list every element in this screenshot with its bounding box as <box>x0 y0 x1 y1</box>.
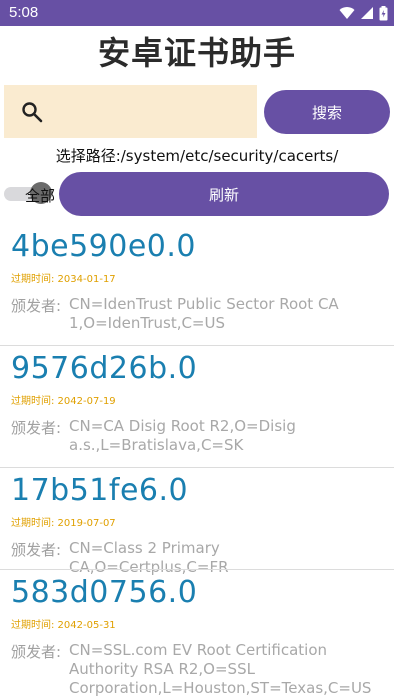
refresh-button[interactable]: 刷新 <box>59 172 389 216</box>
issuer-line: Authority RSA R2,O=SSL <box>69 660 255 678</box>
status-time: 5:08 <box>9 4 39 21</box>
signal-icon <box>361 7 373 19</box>
path-label: 选择路径:/system/etc/security/cacerts/ <box>55 147 339 165</box>
all-toggle-label: 全部 <box>25 187 56 205</box>
certificate-expiry: 过期时间: 2019-07-07 <box>11 518 116 529</box>
certificate-hash: 9576d26b.0 <box>11 351 198 386</box>
issuer-line: CN=CA Disig Root R2,O=Disig <box>69 417 296 435</box>
issuer-label: 颁发者: <box>11 541 62 559</box>
certificate-hash: 583d0756.0 <box>11 575 198 610</box>
certificate-item[interactable]: 583d0756.0 过期时间: 2042-05-31 颁发者: CN=SSL.… <box>0 572 394 700</box>
issuer-line: Corporation,L=Houston,ST=Texas,C=US <box>69 679 372 697</box>
issuer-line: 1,O=IdenTrust,C=US <box>69 314 226 332</box>
certificate-issuer: CN=CA Disig Root R2,O=Disig a.s.,L=Brati… <box>69 417 374 455</box>
certificate-expiry: 过期时间: 2042-05-31 <box>11 620 116 631</box>
search-icon <box>22 102 43 123</box>
page-title: 安卓证书助手 <box>97 34 296 72</box>
issuer-label: 颁发者: <box>11 419 62 437</box>
issuer-line: CN=IdenTrust Public Sector Root CA <box>69 295 339 313</box>
search-input[interactable] <box>52 95 247 128</box>
certificate-hash: 17b51fe6.0 <box>11 473 189 508</box>
certificate-expiry: 过期时间: 2034-01-17 <box>11 274 116 285</box>
search-box[interactable] <box>4 85 257 138</box>
divider <box>0 467 394 468</box>
issuer-line: CN=SSL.com EV Root Certification <box>69 641 328 659</box>
issuer-line: a.s.,L=Bratislava,C=SK <box>69 436 244 454</box>
certificate-issuer: CN=IdenTrust Public Sector Root CA 1,O=I… <box>69 295 374 333</box>
status-icons <box>339 5 388 21</box>
status-bar: 5:08 <box>0 0 394 26</box>
issuer-label: 颁发者: <box>11 643 62 661</box>
certificate-expiry: 过期时间: 2042-07-19 <box>11 396 116 407</box>
certificate-item[interactable]: 9576d26b.0 过期时间: 2042-07-19 颁发者: CN=CA D… <box>0 348 394 468</box>
certificate-hash: 4be590e0.0 <box>11 229 197 264</box>
issuer-label: 颁发者: <box>11 297 62 315</box>
search-button[interactable]: 搜索 <box>264 90 390 134</box>
certificate-item[interactable]: 4be590e0.0 过期时间: 2034-01-17 颁发者: CN=Iden… <box>0 226 394 346</box>
certificate-issuer: CN=SSL.com EV Root Certification Authori… <box>69 641 374 698</box>
divider <box>0 569 394 570</box>
wifi-icon <box>339 7 355 20</box>
certificate-item[interactable]: 17b51fe6.0 过期时间: 2019-07-07 颁发者: CN=Clas… <box>0 470 394 576</box>
battery-icon <box>379 5 388 20</box>
divider <box>0 345 394 346</box>
